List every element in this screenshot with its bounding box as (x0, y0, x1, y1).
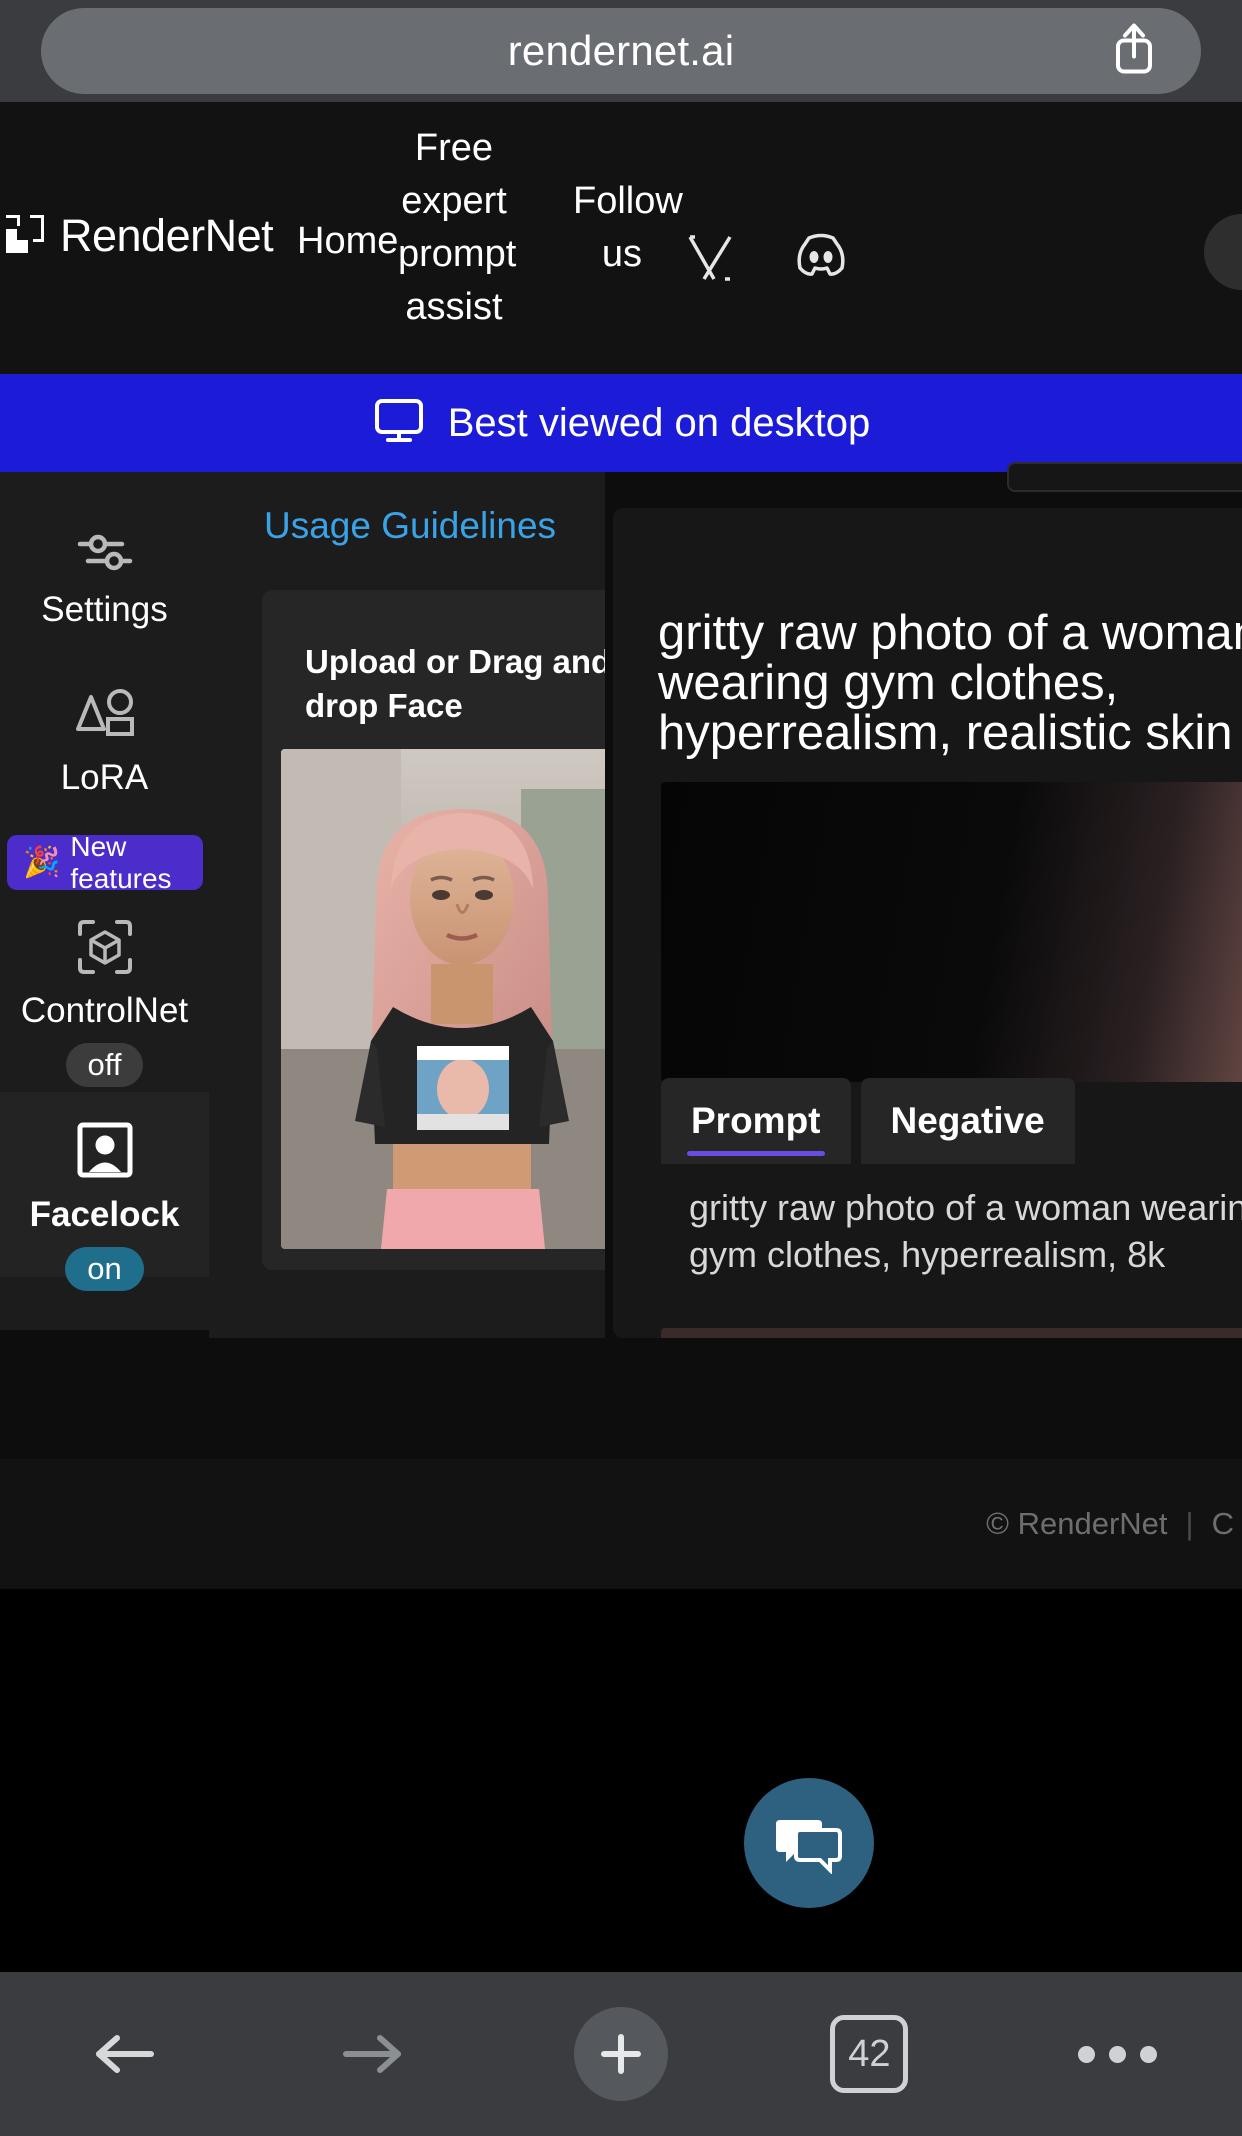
site-header: RenderNet Home Free expert prompt assist… (0, 102, 1242, 374)
x-twitter-icon[interactable] (684, 232, 736, 289)
monitor-icon (372, 396, 426, 451)
generation-preview-image[interactable] (661, 782, 1242, 1082)
nav-follow-us-label: Follow us (573, 180, 683, 275)
new-features-button[interactable]: 🎉 New features (7, 831, 203, 894)
url-bar[interactable]: rendernet.ai (41, 8, 1201, 94)
generation-panel: gritty raw photo of a woman wearing gym … (605, 462, 1242, 1374)
sidebar-item-lora[interactable]: LoRA (0, 687, 209, 798)
site-footer: © RenderNet | C (0, 1459, 1242, 1589)
panel-top-chip[interactable] (1007, 462, 1242, 492)
cube-frame-icon (76, 918, 134, 981)
tabs-overview-button[interactable]: 42 (745, 2015, 993, 2093)
footer-separator: | (1185, 1506, 1194, 1541)
status-badge[interactable]: off (65, 1043, 144, 1087)
prompt-tabs: Prompt Negative (661, 1078, 1075, 1164)
nav-item-prompt-assist[interactable]: Free expert prompt assist (398, 122, 516, 334)
sidebar-item-label: LoRA (60, 758, 149, 797)
forward-button[interactable] (248, 2028, 496, 2080)
generation-title: gritty raw photo of a woman wearing gym … (658, 606, 1242, 760)
upload-face-card[interactable]: Upload or Drag and drop Face (262, 590, 662, 1270)
sidebar-item-label: Facelock (29, 1195, 180, 1234)
status-badge[interactable]: on (65, 1247, 144, 1291)
copyright-text: © RenderNet (986, 1506, 1168, 1541)
new-tab-button[interactable] (497, 2007, 745, 2101)
new-features-label: New features (70, 830, 172, 894)
sidebar-item-settings[interactable]: Settings (0, 529, 209, 630)
sliders-icon (76, 529, 134, 580)
sidebar-divider (0, 1330, 209, 1338)
desktop-banner: Best viewed on desktop (0, 374, 1242, 472)
upload-card-title: Upload or Drag and drop Face (305, 643, 612, 724)
footer-link[interactable]: C (1212, 1506, 1242, 1542)
browser-top-bar: rendernet.ai (0, 0, 1242, 102)
forward-arrow-icon (342, 2035, 401, 2073)
sidebar-item-facelock[interactable]: Facelock on (0, 1092, 209, 1291)
share-icon[interactable] (1111, 21, 1157, 82)
face-upload-panel: Usage Guidelines Upload or Drag and drop… (209, 472, 662, 1338)
usage-guidelines-link[interactable]: Usage Guidelines (264, 505, 556, 547)
back-button[interactable] (0, 2028, 248, 2080)
desktop-banner-label: Best viewed on desktop (447, 400, 871, 445)
sidebar-item-label: Settings (41, 590, 168, 629)
url-text: rendernet.ai (507, 27, 735, 74)
plus-icon (574, 2007, 669, 2101)
logo-text: RenderNet (60, 210, 274, 261)
site-footer-spacer (0, 1338, 1242, 1459)
back-arrow-icon (96, 2035, 155, 2073)
avatar[interactable] (1204, 214, 1242, 290)
sidebar-item-controlnet[interactable]: ControlNet off (0, 918, 209, 1087)
uploaded-face-image[interactable] (281, 749, 643, 1249)
app-body: Settings LoRA 🎉 New features ControlNet … (0, 462, 1242, 1908)
brand-logo[interactable]: RenderNet (4, 210, 274, 262)
tab-negative-prompt[interactable]: Negative (860, 1078, 1075, 1164)
more-ellipsis-icon (1078, 2045, 1158, 2063)
tab-prompt[interactable]: Prompt (661, 1078, 851, 1164)
chat-support-button[interactable] (744, 1778, 874, 1908)
party-popper-icon: 🎉 (23, 846, 61, 879)
tab-count-badge: 42 (830, 2015, 909, 2093)
sidebar: Settings LoRA 🎉 New features ControlNet … (0, 472, 209, 1338)
portrait-person-icon (75, 1120, 135, 1185)
browser-bottom-toolbar: 42 (0, 1972, 1242, 2136)
shapes-icon (75, 687, 135, 748)
sidebar-item-label: ControlNet (20, 991, 189, 1030)
generation-card: gritty raw photo of a woman wearing gym … (613, 508, 1242, 1374)
more-options-button[interactable] (994, 2045, 1242, 2063)
prompt-input[interactable]: gritty raw photo of a woman wearing gym … (689, 1184, 1242, 1278)
nav-item-home[interactable]: Home (297, 220, 398, 263)
discord-icon[interactable] (792, 230, 850, 287)
rendernet-logo-icon (4, 213, 46, 260)
